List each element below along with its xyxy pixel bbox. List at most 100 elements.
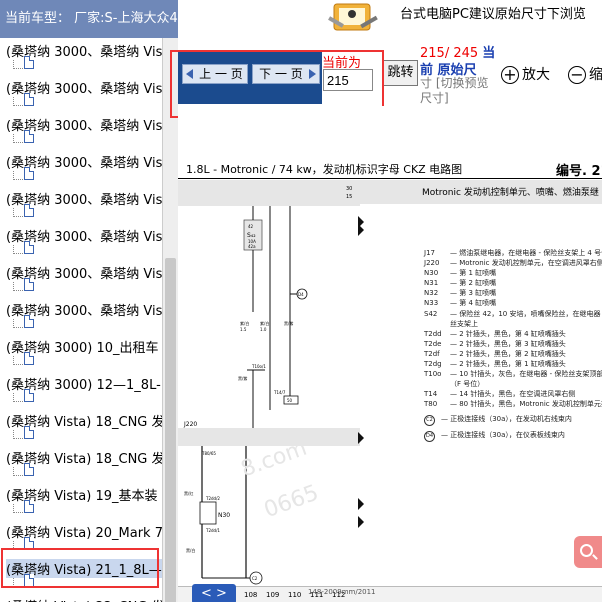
tree-connector-line [13, 541, 23, 550]
document-icon [24, 278, 34, 291]
minus-icon: − [568, 66, 586, 84]
ground-legend-text: — 正极连接线（30a），在发动机右线束内 [441, 414, 572, 423]
document-icon [24, 537, 34, 550]
next-page-label: 下 一 页 [259, 67, 303, 81]
diagram-subtitle: Motronic 发动机控制单元、喷嘴、燃油泵继 [422, 188, 599, 198]
title-rule [178, 178, 602, 179]
jump-button[interactable]: 跳转 [383, 60, 418, 86]
legend-text: — 保险丝 42，10 安培，喷嘴保险丝，在继电器 - 保 [450, 309, 602, 318]
tree-item-label: (桑塔纳 Vista) 22_CNG 发 [6, 596, 162, 602]
document-icon [24, 315, 34, 328]
floating-search-button[interactable] [574, 536, 602, 568]
column-107: 110 [288, 591, 301, 599]
ground-legend-row: C2 — 正极连接线（30a），在发动机右线束内 [424, 414, 602, 426]
legend-text: — 2 针插头，黑色，第 3 缸喷嘴插头 [450, 339, 566, 348]
tree-item[interactable]: (桑塔纳 Vista) 18_CNG 发 [0, 445, 162, 482]
connector-box-50-label: 50 [287, 398, 293, 403]
legend-text: — 第 3 缸喷嘴 [450, 289, 497, 298]
tree-scrollbar-thumb[interactable] [165, 258, 176, 602]
document-icon [24, 167, 34, 180]
tree-item[interactable]: (桑塔纳 3000) 12—1_8L- [0, 371, 161, 408]
legend-row: T80 — 80 针插头，黑色，Motronic 发动机控制单元插头 [424, 399, 602, 409]
tree-item[interactable]: (桑塔纳 3000、桑塔纳 Vista) [0, 186, 162, 223]
document-icon [24, 56, 34, 69]
tree-item[interactable]: (桑塔纳 3000、桑塔纳 Vista) [0, 297, 162, 334]
plus-icon: + [501, 66, 519, 84]
bottom-page-nav[interactable]: < > [192, 584, 236, 602]
j220-arrow-icon [358, 432, 364, 444]
legend-row: T2df — 2 针插头，黑色，第 2 缸喷嘴插头 [424, 349, 602, 359]
legend-row: N32 — 第 3 缸喷嘴 [424, 288, 602, 298]
document-icon [24, 500, 34, 513]
tree-item[interactable]: (桑塔纳 Vista) 22_CNG 发 [0, 593, 162, 602]
legend-text: — 2 针插头，黑色，第 4 缸喷嘴插头 [450, 329, 566, 338]
connector-t2dd1-label: T2dd/1 [205, 528, 220, 533]
current-model-header: 当前车型： 厂家:S-上海大众4000(志俊)2013- [0, 0, 178, 38]
legend-row: 丝支架上 [424, 319, 602, 329]
next-page-button[interactable]: 下 一 页 [252, 64, 320, 84]
tree-item[interactable]: (桑塔纳 Vista) 21_1_8L— [0, 556, 162, 593]
legend-code: J17 [424, 249, 435, 257]
prev-page-button[interactable]: 上 一 页 [182, 64, 248, 84]
tree-item[interactable]: (桑塔纳 Vista) 18_CNG 发 [0, 408, 162, 445]
legend-code: T2dg [424, 360, 442, 369]
zoom-in-button[interactable]: + 放大 [501, 64, 550, 84]
tree-item[interactable]: (桑塔纳 3000、桑塔纳 Vista) [0, 149, 162, 186]
legend-code: N33 [424, 299, 439, 308]
tree-scrollbar[interactable] [162, 38, 178, 602]
tree-item[interactable]: (桑塔纳 3000、桑塔纳 Vista) [0, 112, 162, 149]
switch-preview-size-link[interactable]: 寸 [切换预览尺寸] [420, 76, 498, 106]
legend-row: N33 — 第 4 缸喷嘴 [424, 298, 602, 308]
legend-row: T10o — 10 针插头，灰色，在继电器 - 保险丝支架顶部 [424, 369, 602, 379]
ground-point-icon: C2 [424, 414, 435, 426]
diagram-title: 1.8L - Motronic / 74 kw，发动机标识字母 CKZ 电路图 [186, 163, 463, 176]
zoom-out-button[interactable]: − 缩 [568, 64, 602, 84]
tree-item[interactable]: (桑塔纳 3000、桑塔纳 Vista) [0, 260, 162, 297]
page-number-input[interactable] [323, 69, 373, 91]
tree-item[interactable]: (桑塔纳 Vista) 19_基本装 [0, 482, 160, 519]
tree-connector-line [13, 134, 23, 143]
connector-c2-label: C2 [252, 576, 258, 581]
legend-row: J17 — 燃油泵继电器，在继电器 - 保险丝支架上 4 号位 [424, 248, 602, 258]
legend-text: — 2 针插头，黑色，第 1 缸喷嘴插头 [450, 360, 566, 369]
j220-label: J220 [183, 421, 197, 428]
legend-row: T2dg — 2 针插头，黑色，第 1 缸喷嘴插头 [424, 359, 602, 369]
document-icon [24, 204, 34, 217]
legend-text: — 10 针插头，灰色，在继电器 - 保险丝支架顶部 [450, 370, 602, 379]
legend-text: （F 号位） [450, 380, 485, 389]
tree-item[interactable]: (桑塔纳 3000、桑塔纳 Vista) [0, 75, 162, 112]
prev-page-label: 上 一 页 [199, 67, 243, 81]
tree-connector-line [13, 60, 23, 69]
tree-item[interactable]: (桑塔纳 3000) 10_出租车 [0, 334, 160, 371]
legend-text: — 80 针插头，黑色，Motronic 发动机控制单元插头 [450, 400, 602, 409]
tree-connector-line [13, 208, 23, 217]
legend-row: （F 号位） [424, 379, 602, 389]
ground-point-icon: D4 [424, 430, 435, 442]
wire-label-b: 紫/白 [260, 320, 269, 326]
diagram-code: 编号. 21 [556, 164, 602, 179]
tree-item[interactable]: (桑塔纳 3000、桑塔纳 Vista) [0, 223, 162, 260]
ground-legend-row: D4 — 正极连接线（30a），在仪表板线束内 [424, 430, 602, 442]
zoom-in-label: 放大 [522, 67, 550, 83]
document-icon [24, 574, 34, 587]
legend-code: N30 [424, 269, 439, 278]
document-icon [24, 463, 34, 476]
tree-connector-line [13, 504, 23, 513]
legend-text: — 燃油泵继电器，在继电器 - 保险丝支架上 4 号位 [450, 249, 602, 257]
tree-connector-line [13, 356, 23, 365]
ground-legend-text: — 正极连接线（30a），在仪表板线束内 [441, 430, 565, 439]
document-icon [24, 93, 34, 106]
app-root: (桑塔纳 3000、桑塔纳 Vista)(桑塔纳 3000、桑塔纳 Vista)… [0, 0, 602, 602]
tree-item[interactable]: (桑塔纳 Vista) 20_Mark 7 [0, 519, 162, 556]
bus-label-30: 30 [346, 186, 352, 192]
page-nav-panel: 上 一 页 下 一 页 [178, 52, 322, 104]
legend-text: — Motronic 发动机控制单元，在空调进风罩右侧 [450, 259, 602, 268]
tree-item[interactable]: (桑塔纳 3000、桑塔纳 Vista) [0, 38, 162, 75]
tree-connector-line [13, 245, 23, 254]
legend-code: T2df [424, 349, 440, 358]
legend-row: T2dd — 2 针插头，黑色，第 4 缸喷嘴插头 [424, 329, 602, 339]
legend-code: T10o [424, 370, 442, 379]
search-icon [580, 544, 593, 557]
legend-code: T2dd [424, 329, 442, 338]
document-icon [24, 241, 34, 254]
